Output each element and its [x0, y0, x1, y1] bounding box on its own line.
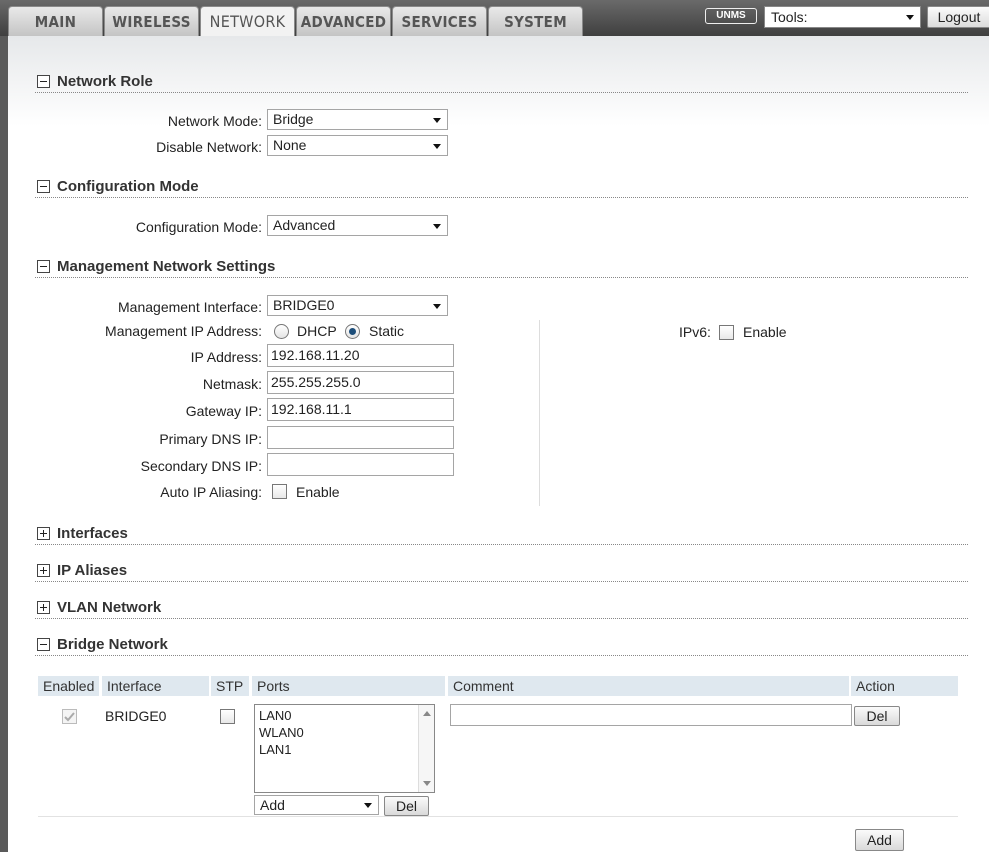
expand-icon[interactable] [37, 564, 50, 577]
top-bar: MAIN WIRELESS NETWORK ADVANCED SERVICES … [0, 0, 989, 37]
section-title: Network Role [57, 73, 153, 90]
list-item[interactable]: WLAN0 [259, 725, 304, 740]
bridge-ports-list[interactable]: LAN0 WLAN0 LAN1 [254, 704, 435, 793]
section-configuration-mode[interactable]: Configuration Mode [35, 176, 968, 198]
expand-icon[interactable] [37, 527, 50, 540]
ipv6-checkbox[interactable] [719, 325, 734, 340]
collapse-icon[interactable] [37, 180, 50, 193]
scroll-up-icon[interactable] [423, 711, 431, 716]
bridge-enabled-checkbox [62, 709, 77, 724]
netmask-label: Netmask: [202, 376, 262, 392]
configuration-mode-label: Configuration Mode: [135, 219, 262, 235]
section-network-role[interactable]: Network Role [35, 71, 968, 93]
auto-ip-aliasing-enable-label: Enable [296, 484, 340, 500]
configuration-mode-select[interactable]: Advanced [267, 215, 448, 236]
chevron-down-icon [906, 15, 914, 20]
auto-ip-aliasing-checkbox[interactable] [272, 484, 287, 499]
tab-bar: MAIN WIRELESS NETWORK ADVANCED SERVICES … [8, 6, 584, 37]
secondary-dns-input[interactable] [267, 453, 454, 476]
section-management-network[interactable]: Management Network Settings [35, 256, 968, 278]
tools-select[interactable]: Tools: [764, 6, 921, 28]
table-divider [38, 816, 958, 817]
chevron-down-icon [433, 144, 441, 149]
section-title: Management Network Settings [57, 258, 276, 275]
bridge-add-button[interactable]: Add [855, 829, 904, 851]
disable-network-label: Disable Network: [156, 139, 262, 155]
tools-select-value: Tools: [771, 9, 808, 25]
primary-dns-label: Primary DNS IP: [159, 431, 262, 447]
section-ip-aliases[interactable]: IP Aliases [35, 560, 968, 582]
column-header-stp: STP [211, 676, 249, 696]
ip-address-input[interactable]: 192.168.11.20 [267, 344, 454, 367]
port-add-select[interactable]: Add [254, 795, 379, 815]
tab-network[interactable]: NETWORK [200, 6, 295, 37]
network-mode-label: Network Mode: [167, 113, 262, 129]
configuration-mode-value: Advanced [273, 217, 336, 233]
section-title: Bridge Network [57, 636, 168, 653]
list-item[interactable]: LAN1 [259, 742, 292, 757]
gateway-ip-input[interactable]: 192.168.11.1 [267, 398, 454, 421]
static-label: Static [369, 323, 405, 339]
tab-wireless[interactable]: WIRELESS [104, 6, 199, 36]
ipv6-enable-label: Enable [743, 324, 787, 340]
management-interface-select[interactable]: BRIDGE0 [267, 295, 448, 316]
bridge-del-button[interactable]: Del [854, 706, 900, 726]
scroll-down-icon[interactable] [423, 781, 431, 786]
management-ip-mode-label: Management IP Address: [105, 323, 262, 339]
content-panel: Network Role Network Mode: Bridge Disabl… [8, 36, 989, 852]
chevron-down-icon [433, 304, 441, 309]
section-vlan-network[interactable]: VLAN Network [35, 597, 968, 619]
section-title: IP Aliases [57, 562, 128, 579]
chevron-down-icon [364, 803, 372, 808]
section-interfaces[interactable]: Interfaces [35, 523, 968, 545]
column-header-enabled: Enabled [38, 676, 99, 696]
port-del-button[interactable]: Del [384, 796, 429, 816]
dhcp-radio[interactable] [274, 324, 289, 339]
expand-icon[interactable] [37, 601, 50, 614]
tab-services[interactable]: SERVICES [392, 6, 487, 36]
dhcp-label: DHCP [297, 323, 337, 339]
network-mode-select[interactable]: Bridge [267, 109, 448, 130]
chevron-down-icon [433, 224, 441, 229]
tab-main[interactable]: MAIN [8, 6, 103, 36]
gateway-ip-label: Gateway IP: [185, 403, 262, 419]
check-icon [64, 712, 75, 722]
disable-network-value: None [273, 137, 307, 153]
tab-advanced[interactable]: ADVANCED [296, 6, 391, 36]
section-bridge-network[interactable]: Bridge Network [35, 634, 968, 656]
column-divider [539, 320, 540, 506]
static-radio[interactable] [345, 324, 360, 339]
bridge-stp-checkbox[interactable] [220, 709, 235, 724]
column-header-interface: Interface [102, 676, 209, 696]
list-item[interactable]: LAN0 [259, 708, 292, 723]
auto-ip-aliasing-label: Auto IP Aliasing: [160, 484, 262, 500]
logout-button[interactable]: Logout [927, 6, 989, 28]
port-add-value: Add [260, 797, 285, 813]
tab-system[interactable]: SYSTEM [488, 6, 583, 36]
collapse-icon[interactable] [37, 75, 50, 88]
ipv6-label: IPv6: [679, 324, 711, 340]
section-title: VLAN Network [57, 599, 162, 616]
bridge-interface-name: BRIDGE0 [105, 708, 167, 724]
column-header-action: Action [851, 676, 958, 696]
collapse-icon[interactable] [37, 260, 50, 273]
unms-logo[interactable]: UNMS [705, 8, 757, 24]
column-header-comment: Comment [448, 676, 849, 696]
bridge-comment-input[interactable] [450, 704, 852, 726]
secondary-dns-label: Secondary DNS IP: [140, 458, 262, 474]
column-header-ports: Ports [252, 676, 445, 696]
chevron-down-icon [433, 118, 441, 123]
disable-network-select[interactable]: None [267, 135, 448, 156]
network-mode-value: Bridge [273, 111, 314, 127]
scrollbar[interactable] [418, 705, 434, 792]
collapse-icon[interactable] [37, 638, 50, 651]
netmask-input[interactable]: 255.255.255.0 [267, 371, 454, 394]
section-title: Configuration Mode [57, 178, 199, 195]
primary-dns-input[interactable] [267, 426, 454, 449]
management-interface-label: Management Interface: [118, 299, 262, 315]
section-title: Interfaces [57, 525, 128, 542]
management-interface-value: BRIDGE0 [273, 297, 335, 313]
ip-address-label: IP Address: [190, 349, 262, 365]
